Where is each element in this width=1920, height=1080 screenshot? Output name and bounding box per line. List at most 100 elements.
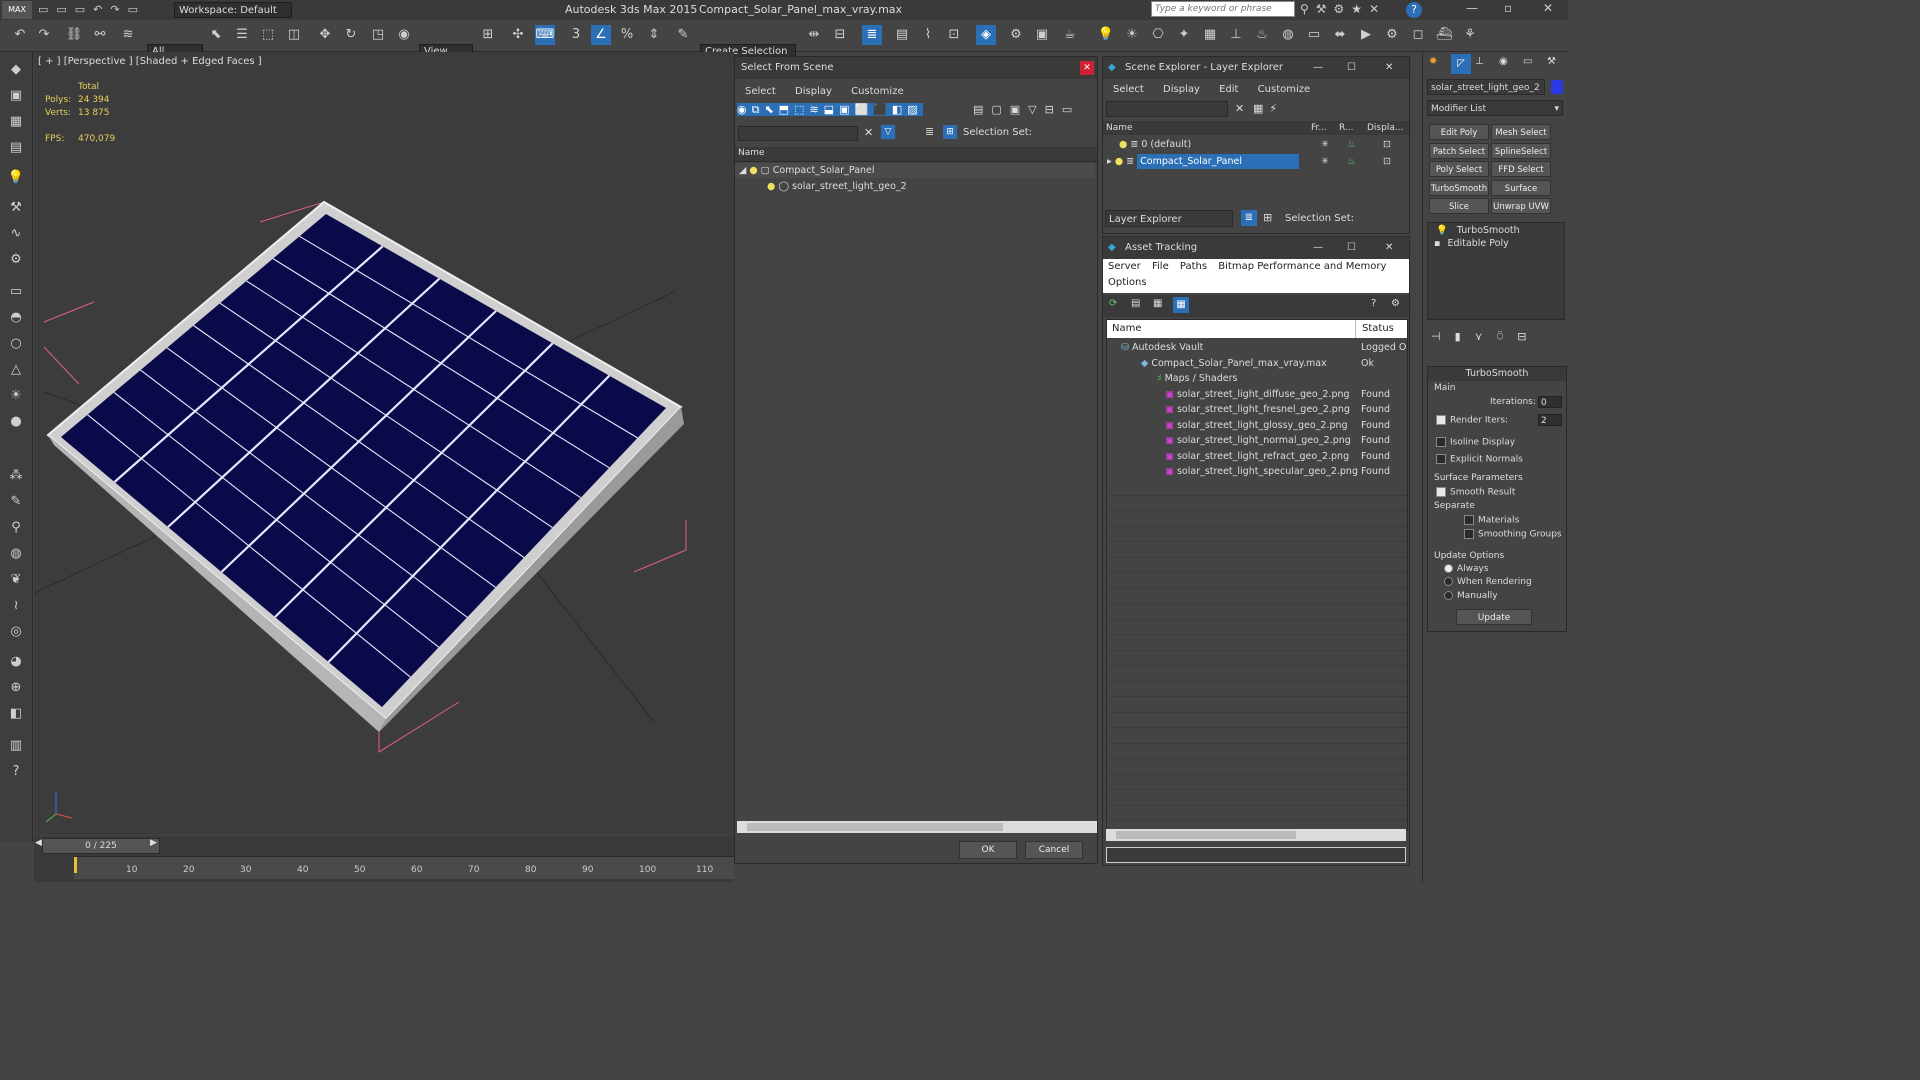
materials-checkbox[interactable]: Materials (1464, 515, 1519, 526)
next-frame-icon[interactable]: ▶ (150, 838, 157, 848)
layer-explorer-icon[interactable]: ≣ (862, 25, 882, 45)
modifier-button[interactable]: Edit Poly (1429, 124, 1489, 140)
col-name[interactable]: Name (1106, 121, 1133, 135)
bulb-icon[interactable]: 💡 (6, 168, 26, 188)
box-icon[interactable]: ▣ (6, 86, 26, 106)
settings-icon[interactable]: ⚙ (1382, 25, 1402, 45)
question-icon[interactable]: ? (6, 762, 26, 782)
render-iters-checkbox[interactable]: Render Iters: (1436, 415, 1508, 426)
minimize-icon[interactable]: — (1313, 237, 1323, 259)
sphere-icon[interactable]: ◍ (1278, 25, 1298, 45)
timeline[interactable]: 0 / 225 ◀ ▶ 10 20 30 40 50 60 70 80 90 100 110 (34, 836, 734, 882)
world-icon[interactable]: ◕ (6, 652, 26, 672)
menu-customize[interactable]: Customize (851, 86, 904, 97)
menu-paths[interactable]: Paths (1180, 261, 1207, 272)
col-display[interactable]: Displa... (1367, 121, 1403, 135)
align-icon[interactable]: ⊟ (830, 25, 850, 45)
modifier-button[interactable]: Mesh Select (1491, 124, 1551, 140)
create-icon[interactable]: ◆ (6, 60, 26, 80)
explicit-normals-checkbox[interactable]: Explicit Normals (1436, 454, 1523, 465)
hierarchy-icon[interactable]: ⊞ (943, 125, 957, 139)
column-name[interactable]: Name (738, 148, 765, 158)
select-object-icon[interactable]: ⬉ (206, 25, 226, 45)
region-icon[interactable]: ◻ (1408, 25, 1428, 45)
motion-tab-icon[interactable]: ◉ (1499, 56, 1508, 67)
search-input[interactable] (1151, 1, 1295, 17)
select-from-scene-close-icon[interactable]: ✕ (1080, 61, 1094, 75)
cancel-button[interactable]: Cancel (1025, 841, 1083, 859)
unlink-icon[interactable]: ⚯ (90, 25, 110, 45)
trackbar-cursor[interactable] (74, 857, 77, 873)
angle-snap-icon[interactable]: ∠ (591, 25, 611, 45)
sun-light-icon[interactable]: ☀ (6, 386, 26, 406)
vray-icon[interactable]: ✦ (1174, 25, 1194, 45)
rendered-frame-icon[interactable]: ▣ (1032, 25, 1052, 45)
redo-icon[interactable]: ↷ (34, 25, 54, 45)
percent-snap-icon[interactable]: % (617, 25, 637, 45)
asset-row[interactable]: ▣ solar_street_light_specular_geo_2.png Fo… (1107, 464, 1407, 479)
modifier-button[interactable]: Poly Select (1429, 161, 1489, 177)
menu-select[interactable]: Select (745, 86, 776, 97)
layer-tools-icons[interactable]: ▦⚡ (1253, 102, 1283, 115)
display-tab-icon[interactable]: ▭ (1523, 56, 1532, 67)
pivot-icon[interactable]: ⊞ (478, 25, 498, 45)
select-by-name-icon[interactable]: ☰ (232, 25, 252, 45)
schematic-view-icon[interactable]: ⊡ (944, 25, 964, 45)
menu-file[interactable]: File (1152, 261, 1169, 272)
when-rendering-radio[interactable]: When Rendering (1444, 577, 1532, 587)
plant-icon[interactable]: ❦ (6, 570, 26, 590)
isoline-checkbox[interactable]: Isoline Display (1436, 437, 1515, 448)
object-name-field[interactable]: solar_street_light_geo_2 (1427, 79, 1545, 95)
camera-icon[interactable]: ⎔ (1148, 25, 1168, 45)
maximize-icon[interactable]: ☐ (1347, 237, 1356, 259)
menu-select[interactable]: Select (1113, 84, 1144, 95)
stack-item-editable-poly[interactable]: ▪ Editable Poly (1428, 236, 1562, 251)
proxy-icon[interactable]: ⊥ (1226, 25, 1246, 45)
dome-icon[interactable]: ◓ (6, 308, 26, 328)
layer-icon[interactable]: ≣ (925, 125, 934, 138)
tree-item-geo[interactable]: ● ◯ solar_street_light_geo_2 (735, 179, 1095, 194)
frame-buffer-icon[interactable]: ▦ (1200, 25, 1220, 45)
collapse-icon[interactable]: ◢ (739, 165, 746, 176)
helper-icon[interactable]: ⚒ (6, 198, 26, 218)
sun-icon[interactable]: ☀ (1122, 25, 1142, 45)
tools-icon[interactable]: ⊕ (6, 678, 26, 698)
keyboard-shortcut-icon[interactable]: ⌨ (535, 25, 555, 45)
figure-icon[interactable]: ⚲ (6, 518, 26, 538)
display-icon[interactable]: ⊡ (1383, 154, 1391, 169)
col-render[interactable]: R... (1339, 121, 1354, 135)
col-freeze[interactable]: Fr... (1311, 121, 1327, 135)
particles-icon[interactable]: ⁂ (6, 466, 26, 486)
smoothing-groups-checkbox[interactable]: Smoothing Groups (1464, 529, 1562, 540)
perspective-viewport[interactable]: [ + ] [Perspective ] [Shaded + Edged Fac… (34, 52, 734, 835)
tree-item-compact-solar-panel[interactable]: ◢ ● ▢ Compact_Solar_Panel (735, 163, 1095, 178)
bulb-on-icon[interactable]: ● (749, 165, 757, 176)
grid-view-icon[interactable]: ▦ (1173, 297, 1189, 313)
hierarchy-icon[interactable]: ⊞ (1263, 211, 1272, 224)
render-teapot-icon[interactable]: ♨ (1347, 137, 1356, 152)
toggle-ribbon-icon[interactable]: ▤ (892, 25, 912, 45)
table-view-icon[interactable]: ▦ (1153, 298, 1162, 309)
window-icon[interactable]: ▭ (6, 282, 26, 302)
scale-icon[interactable]: ◳ (368, 25, 388, 45)
grid-icon[interactable]: ▦ (6, 112, 26, 132)
paint-icon[interactable]: ✎ (6, 492, 26, 512)
always-radio[interactable]: Always (1444, 564, 1489, 574)
asset-path-field[interactable] (1106, 847, 1406, 863)
modifier-list-dropdown[interactable]: Modifier List ▾ (1427, 100, 1563, 116)
manually-radio[interactable]: Manually (1444, 591, 1498, 601)
object-color-swatch[interactable] (1551, 80, 1563, 94)
close-icon[interactable]: ✕ (1385, 237, 1393, 259)
modifier-button[interactable]: Unwrap UVW (1491, 198, 1551, 214)
ok-button[interactable]: OK (959, 841, 1017, 859)
search-field[interactable] (738, 126, 858, 141)
horizontal-scrollbar[interactable] (737, 821, 1097, 833)
help-icon[interactable]: ? (1406, 2, 1422, 18)
window-crossing-icon[interactable]: ◫ (284, 25, 304, 45)
clear-search-icon[interactable]: ✕ (864, 126, 873, 139)
asset-row[interactable]: ♯ Maps / Shaders (1107, 371, 1407, 386)
material-editor-icon[interactable]: ◈ (976, 25, 996, 45)
link-icon[interactable]: ⛓ (64, 25, 84, 45)
modifier-button[interactable]: FFD Select (1491, 161, 1551, 177)
robot-icon[interactable]: ⚙ (6, 250, 26, 270)
